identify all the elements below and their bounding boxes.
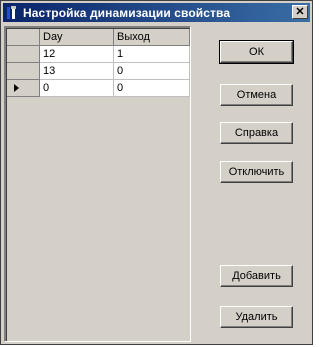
- title-bar[interactable]: Настройка динамизации свойства ✕: [3, 3, 310, 22]
- app-icon: [6, 5, 18, 20]
- cell-output[interactable]: 0: [114, 63, 190, 80]
- ok-button[interactable]: ОК: [219, 40, 294, 64]
- table-row[interactable]: 12 1: [7, 46, 190, 63]
- delete-button[interactable]: Удалить: [220, 306, 293, 328]
- cell-day[interactable]: 13: [40, 63, 114, 80]
- row-indicator[interactable]: [7, 46, 40, 63]
- disable-button[interactable]: Отключить: [220, 161, 293, 183]
- cell-day[interactable]: 12: [40, 46, 114, 63]
- add-button[interactable]: Добавить: [220, 265, 293, 287]
- close-button[interactable]: ✕: [292, 5, 308, 19]
- row-indicator[interactable]: [7, 63, 40, 80]
- column-header-day[interactable]: Day: [40, 29, 114, 46]
- close-icon: ✕: [295, 5, 305, 18]
- data-grid[interactable]: Day Выход 12 1 13 0 0 0: [4, 26, 191, 342]
- grid-corner-cell: [7, 29, 40, 46]
- row-indicator[interactable]: [7, 80, 40, 97]
- row-pointer-icon: [14, 84, 19, 92]
- help-button[interactable]: Справка: [220, 122, 293, 144]
- dialog-window: Настройка динамизации свойства ✕ Day Вых…: [0, 0, 313, 345]
- table-row[interactable]: 13 0: [7, 63, 190, 80]
- column-header-output[interactable]: Выход: [114, 29, 190, 46]
- cell-output[interactable]: 0: [114, 80, 190, 97]
- grid-header-row: Day Выход: [7, 29, 190, 46]
- dialog-title: Настройка динамизации свойства: [23, 5, 231, 20]
- cancel-button[interactable]: Отмена: [220, 84, 293, 106]
- table-row[interactable]: 0 0: [7, 80, 190, 97]
- cell-output[interactable]: 1: [114, 46, 190, 63]
- cell-day[interactable]: 0: [40, 80, 114, 97]
